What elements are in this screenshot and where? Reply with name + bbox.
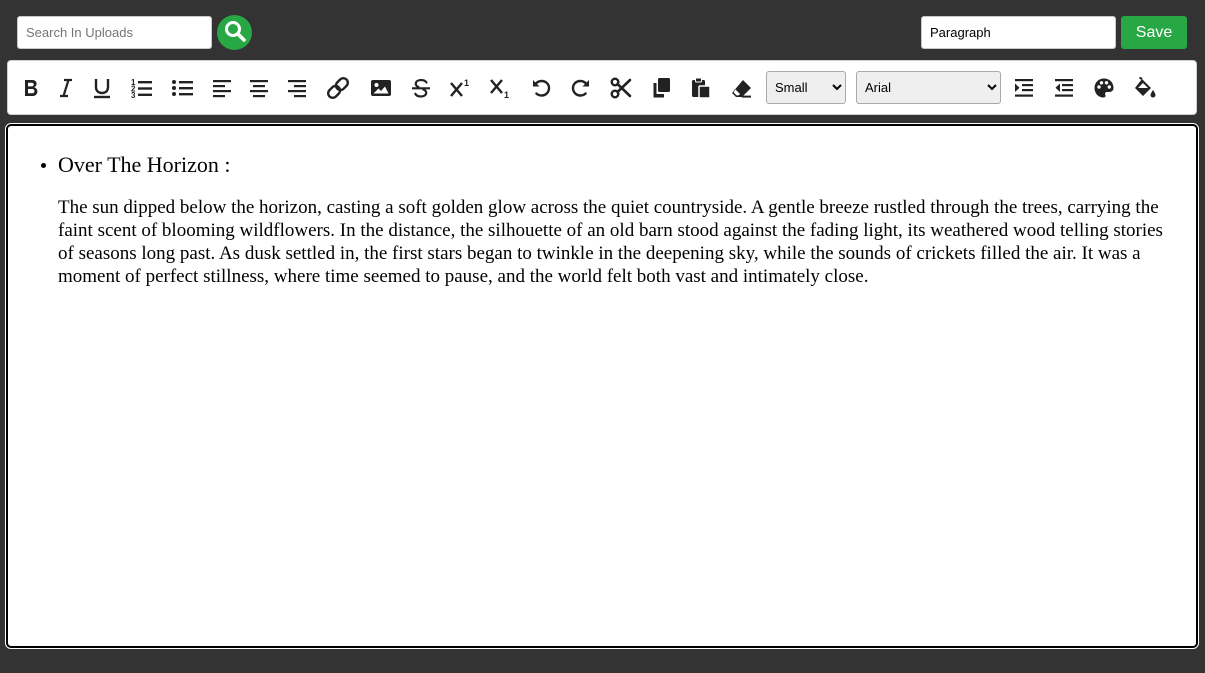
content-paragraph: The sun dipped below the horizon, castin… [58, 197, 1163, 287]
font-family-select[interactable]: Arial [856, 71, 1001, 104]
undo-button[interactable] [526, 74, 556, 102]
undo-icon [530, 77, 552, 99]
editor-toolbar: 1 2 3 1 1 Small Arial [7, 60, 1197, 115]
ordered-list-icon: 1 2 3 [130, 77, 154, 99]
outdent-button[interactable] [1049, 74, 1079, 102]
link-button[interactable] [323, 74, 353, 102]
italic-icon [55, 77, 77, 99]
search-button[interactable] [217, 15, 252, 50]
copy-icon [650, 77, 672, 99]
highlight-button[interactable] [1130, 74, 1160, 102]
font-size-select[interactable]: Small [766, 71, 846, 104]
align-right-icon [286, 77, 308, 99]
underline-button[interactable] [87, 74, 117, 102]
subscript-icon: 1 [489, 77, 513, 99]
content-heading: Over The Horizon : [58, 152, 231, 177]
text-color-button[interactable] [1089, 74, 1119, 102]
document-title-input[interactable] [921, 16, 1116, 49]
search-icon [223, 19, 247, 46]
align-left-button[interactable] [207, 74, 237, 102]
bold-icon [20, 77, 42, 99]
superscript-button[interactable]: 1 [446, 74, 476, 102]
link-icon [325, 77, 351, 99]
strikethrough-button[interactable] [406, 74, 436, 102]
image-button[interactable] [366, 74, 396, 102]
unordered-list-icon [171, 77, 195, 99]
bullet-icon [41, 163, 46, 168]
fill-bucket-icon [1133, 77, 1157, 99]
text-editor[interactable]: Over The Horizon : The sun dipped below … [6, 124, 1198, 648]
cut-button[interactable] [606, 74, 636, 102]
clear-format-button[interactable] [726, 74, 756, 102]
save-button[interactable]: Save [1121, 16, 1187, 49]
redo-icon [570, 77, 592, 99]
italic-button[interactable] [51, 74, 81, 102]
redo-button[interactable] [566, 74, 596, 102]
image-icon [370, 78, 392, 98]
subscript-button[interactable]: 1 [486, 74, 516, 102]
paste-icon [690, 77, 712, 99]
palette-icon [1093, 77, 1115, 99]
indent-icon [1013, 77, 1035, 99]
unordered-list-button[interactable] [168, 74, 198, 102]
copy-button[interactable] [646, 74, 676, 102]
ordered-list-button[interactable]: 1 2 3 [127, 74, 157, 102]
align-left-icon [211, 77, 233, 99]
svg-text:1: 1 [504, 90, 509, 99]
svg-text:3: 3 [131, 91, 136, 99]
outdent-icon [1053, 77, 1075, 99]
paste-button[interactable] [686, 74, 716, 102]
superscript-icon: 1 [449, 77, 473, 99]
underline-icon [91, 77, 113, 99]
eraser-icon [730, 77, 752, 99]
bold-button[interactable] [16, 74, 46, 102]
scissors-icon [610, 77, 632, 99]
align-center-button[interactable] [244, 74, 274, 102]
search-input[interactable] [17, 16, 212, 49]
indent-button[interactable] [1009, 74, 1039, 102]
align-center-icon [248, 77, 270, 99]
align-right-button[interactable] [282, 74, 312, 102]
svg-text:1: 1 [464, 78, 469, 88]
strikethrough-icon [410, 77, 432, 99]
